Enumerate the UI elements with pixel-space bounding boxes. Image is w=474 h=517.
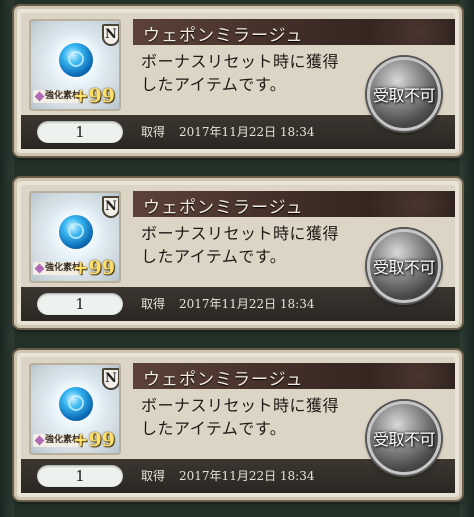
acquired-date: 2017年11月22日 18:34 (179, 297, 315, 311)
receive-button[interactable]: 受取不可 (367, 57, 441, 131)
item-thumbnail: N 強化素材 +99 (29, 191, 121, 283)
receive-button[interactable]: 受取不可 (367, 401, 441, 475)
blue-orb-icon (59, 387, 93, 421)
background-edge-right (460, 0, 474, 517)
item-thumbnail: N 強化素材 +99 (29, 19, 121, 111)
description-line-2: したアイテムです。 (141, 75, 287, 94)
item-title-bar: ウェポンミラージュ (133, 191, 455, 218)
present-item-card: ウェポンミラージュ N 強化素材 +99 ボーナスリセット時に獲得 したアイテム… (14, 178, 462, 328)
acquired-label: 取得 (141, 125, 166, 139)
item-count: +99 (72, 429, 115, 451)
item-description: ボーナスリセット時に獲得 したアイテムです。 (141, 394, 371, 440)
item-title-bar: ウェポンミラージュ (133, 19, 455, 46)
acquired-info: 取得 2017年11月22日 18:34 (141, 295, 315, 312)
acquired-label: 取得 (141, 297, 166, 311)
blue-orb-icon (59, 215, 93, 249)
quantity-field: 1 (37, 465, 123, 487)
present-item-card: ウェポンミラージュ N 強化素材 +99 ボーナスリセット時に獲得 したアイテム… (14, 350, 462, 500)
receive-button-label: 受取不可 (372, 430, 436, 449)
item-description: ボーナスリセット時に獲得 したアイテムです。 (141, 50, 371, 96)
item-count: +99 (72, 257, 115, 279)
quantity-field: 1 (37, 293, 123, 315)
receive-button[interactable]: 受取不可 (367, 229, 441, 303)
receive-button-label: 受取不可 (372, 86, 436, 105)
card-body: ウェポンミラージュ N 強化素材 +99 ボーナスリセット時に獲得 したアイテム… (21, 185, 455, 321)
rarity-n-icon: N (102, 24, 119, 46)
item-count: +99 (72, 85, 115, 107)
description-line-2: したアイテムです。 (141, 419, 287, 438)
item-thumbnail: N 強化素材 +99 (29, 363, 121, 455)
item-name: ウェポンミラージュ (143, 370, 304, 390)
rarity-n-icon: N (102, 368, 119, 390)
blue-orb-icon (59, 43, 93, 77)
card-body: ウェポンミラージュ N 強化素材 +99 ボーナスリセット時に獲得 したアイテム… (21, 357, 455, 493)
quantity-field: 1 (37, 121, 123, 143)
description-line-2: したアイテムです。 (141, 247, 287, 266)
description-line-1: ボーナスリセット時に獲得 (141, 52, 340, 71)
acquired-date: 2017年11月22日 18:34 (179, 469, 315, 483)
card-body: ウェポンミラージュ N 強化素材 +99 ボーナスリセット時に獲得 したアイテム… (21, 13, 455, 149)
description-line-1: ボーナスリセット時に獲得 (141, 224, 340, 243)
item-title-bar: ウェポンミラージュ (133, 363, 455, 390)
item-name: ウェポンミラージュ (143, 26, 304, 46)
item-description: ボーナスリセット時に獲得 したアイテムです。 (141, 222, 371, 268)
receive-button-label: 受取不可 (372, 258, 436, 277)
acquired-info: 取得 2017年11月22日 18:34 (141, 467, 315, 484)
background-edge-left (0, 0, 14, 517)
rarity-n-icon: N (102, 196, 119, 218)
present-item-card: ウェポンミラージュ N 強化素材 +99 ボーナスリセット時に獲得 したアイテム… (14, 6, 462, 156)
acquired-info: 取得 2017年11月22日 18:34 (141, 123, 315, 140)
acquired-label: 取得 (141, 469, 166, 483)
item-name: ウェポンミラージュ (143, 198, 304, 218)
acquired-date: 2017年11月22日 18:34 (179, 125, 315, 139)
description-line-1: ボーナスリセット時に獲得 (141, 396, 340, 415)
